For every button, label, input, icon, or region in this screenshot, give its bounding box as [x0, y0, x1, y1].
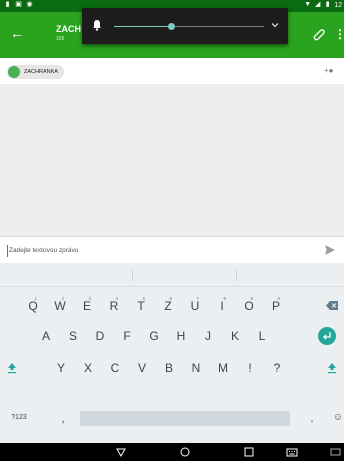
key-h[interactable]: H — [170, 323, 192, 349]
message-input[interactable]: Zadejte textovou zprávu — [7, 245, 307, 257]
battery-icon: ▮ — [325, 1, 330, 8]
shift-key-left[interactable] — [2, 355, 22, 381]
key-n[interactable]: N — [185, 355, 207, 381]
key-k[interactable]: K — [224, 323, 246, 349]
suggestion-strip[interactable] — [0, 263, 344, 287]
clock: 12 — [334, 1, 342, 9]
key-c[interactable]: C — [104, 355, 126, 381]
signal-icon: ◢ — [315, 1, 321, 8]
shift-icon — [328, 363, 336, 374]
keyboard-switch-icon[interactable] — [286, 446, 298, 458]
backspace-icon — [326, 301, 338, 310]
comma-key[interactable]: , — [52, 405, 74, 431]
send-icon[interactable] — [324, 244, 336, 256]
suggestion-divider — [132, 269, 133, 281]
key-p[interactable]: P0 — [265, 293, 287, 319]
back-arrow-icon[interactable]: ← — [10, 26, 24, 40]
conversation-subtitle: 155 — [56, 36, 65, 42]
volume-slider[interactable] — [114, 23, 264, 30]
avatar — [8, 66, 20, 78]
key-i[interactable]: I8 — [211, 293, 233, 319]
key-y[interactable]: Y — [50, 355, 72, 381]
app-icon: ◉ — [26, 1, 33, 8]
home-icon[interactable] — [179, 446, 191, 458]
bell-icon[interactable] — [92, 19, 102, 31]
volume-popup — [82, 8, 288, 44]
key-f[interactable]: F — [116, 323, 138, 349]
conversation-title: ZACH — [56, 24, 81, 34]
key-exclamation[interactable]: ! — [239, 355, 261, 381]
compose-bar: Zadejte textovou zprávu — [0, 236, 344, 263]
key-t[interactable]: T5 — [130, 293, 152, 319]
period-key[interactable]: . — [305, 405, 319, 431]
volume-slider-thumb[interactable] — [168, 23, 175, 30]
ime-icon[interactable] — [330, 446, 342, 458]
backspace-key[interactable] — [322, 293, 342, 319]
key-u[interactable]: U7 — [184, 293, 206, 319]
key-o[interactable]: O9 — [238, 293, 260, 319]
key-g[interactable]: G — [143, 323, 165, 349]
add-person-icon[interactable]: +● — [324, 66, 336, 76]
key-z[interactable]: Z6 — [157, 293, 179, 319]
recents-icon[interactable] — [243, 446, 255, 458]
key-a[interactable]: A — [35, 323, 57, 349]
key-j[interactable]: J — [197, 323, 219, 349]
notification-icon: ▮ — [5, 1, 10, 8]
chevron-down-icon[interactable] — [270, 20, 280, 30]
key-l[interactable]: L — [251, 323, 273, 349]
key-question[interactable]: ? — [266, 355, 288, 381]
overflow-menu-icon[interactable]: ⋮ — [334, 27, 344, 41]
recipient-chip-label: ZACHRANKA — [24, 69, 58, 75]
recipient-chip[interactable]: ZACHRANKA — [7, 65, 64, 79]
back-nav-icon[interactable] — [115, 446, 127, 458]
conversation-area — [0, 84, 344, 236]
key-v[interactable]: V — [131, 355, 153, 381]
shift-icon — [8, 363, 16, 374]
emoji-icon[interactable]: ☺ — [332, 405, 344, 431]
key-w[interactable]: W2 — [49, 293, 71, 319]
sim-icon: ▣ — [15, 1, 22, 8]
key-d[interactable]: D — [89, 323, 111, 349]
key-q[interactable]: Q1 — [22, 293, 44, 319]
key-e[interactable]: E3 — [76, 293, 98, 319]
symbols-key[interactable]: ?123 — [4, 405, 34, 431]
key-x[interactable]: X — [77, 355, 99, 381]
volume-slider-fill — [114, 26, 171, 27]
paperclip-icon[interactable] — [312, 27, 326, 41]
key-m[interactable]: M — [212, 355, 234, 381]
key-s[interactable]: S — [62, 323, 84, 349]
recipient-row: ZACHRANKA +● — [0, 58, 344, 84]
key-b[interactable]: B — [158, 355, 180, 381]
key-r[interactable]: R4 — [103, 293, 125, 319]
enter-key[interactable] — [318, 327, 336, 345]
enter-icon — [318, 327, 336, 345]
navigation-bar — [0, 443, 344, 461]
spacebar[interactable] — [80, 411, 290, 426]
keyboard: Q1 W2 E3 R4 T5 Z6 U7 I8 O9 P0 A S D F G … — [0, 263, 344, 443]
wifi-icon: ▼ — [304, 1, 312, 8]
suggestion-divider — [236, 269, 237, 281]
shift-key-right[interactable] — [322, 355, 342, 381]
